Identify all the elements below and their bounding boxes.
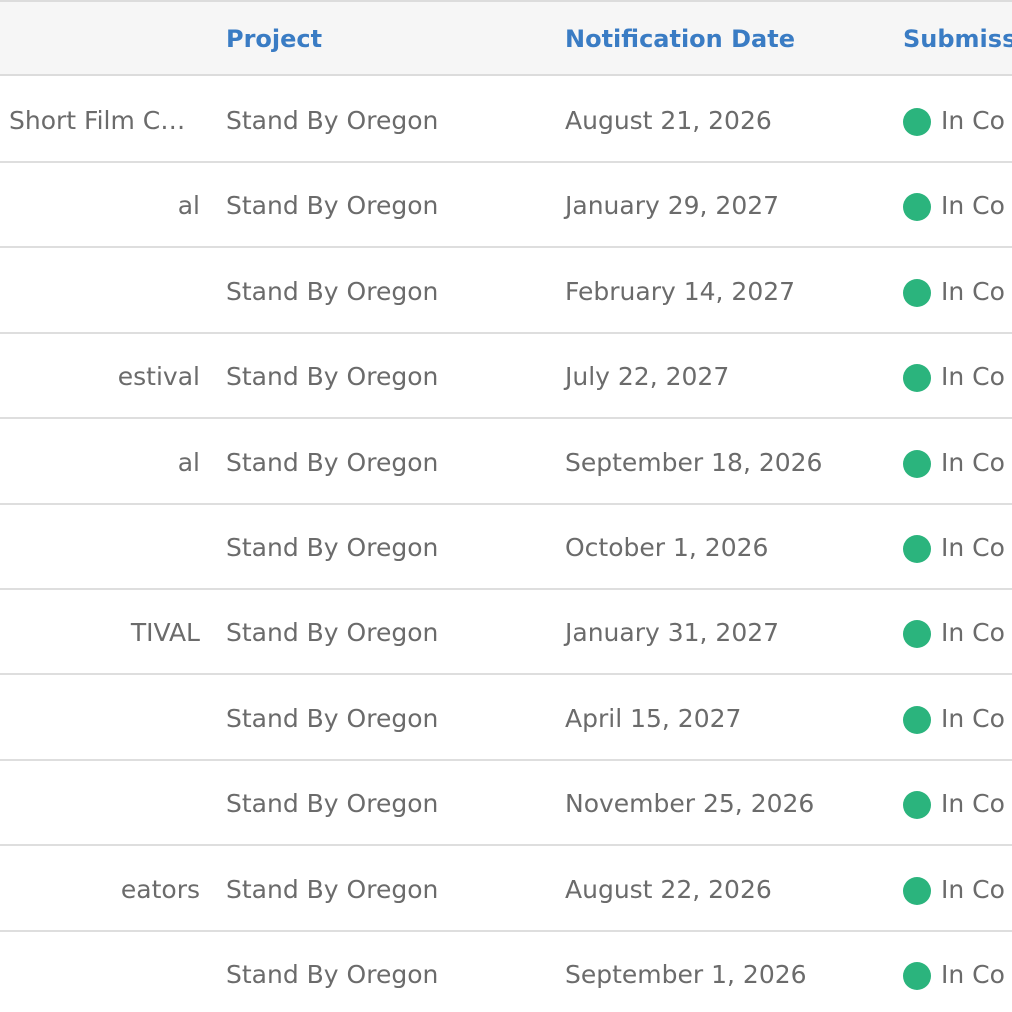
- festival-name-cell: [0, 676, 200, 759]
- festival-name-cell: [0, 932, 200, 1012]
- status-dot-icon: [903, 364, 931, 392]
- project-cell: Stand By Oregon: [226, 618, 439, 647]
- status-dot-icon: [903, 620, 931, 648]
- festival-name-cell: Short Film C…: [9, 106, 186, 135]
- project-cell: Stand By Oregon: [226, 448, 439, 477]
- submission-status-text: In Co: [941, 106, 1005, 135]
- notification-date-cell: September 1, 2026: [565, 960, 807, 989]
- notification-date-cell: February 14, 2027: [565, 277, 796, 306]
- notification-date-cell: November 25, 2026: [565, 789, 815, 818]
- column-header-notification-date[interactable]: Notification Date: [565, 2, 795, 78]
- column-header-submission-status[interactable]: Submiss: [903, 2, 1012, 78]
- notification-date-cell: January 31, 2027: [565, 618, 780, 647]
- submission-status-text: In Co: [941, 277, 1005, 306]
- submission-status-text: In Co: [941, 789, 1005, 818]
- project-cell: Stand By Oregon: [226, 875, 439, 904]
- table-row[interactable]: estival Stand By Oregon July 22, 2027 In Co: [0, 334, 1012, 419]
- submission-status-text: In Co: [941, 448, 1005, 477]
- festival-name-cell: TIVAL: [130, 618, 200, 647]
- table-row[interactable]: Stand By Oregon November 25, 2026 In Co: [0, 761, 1012, 846]
- project-cell: Stand By Oregon: [226, 362, 439, 391]
- project-cell: Stand By Oregon: [226, 960, 439, 989]
- submissions-table: Project Notification Date Submiss Short …: [0, 0, 1012, 1012]
- table-row[interactable]: al Stand By Oregon January 29, 2027 In Co: [0, 163, 1012, 248]
- table-row[interactable]: TIVAL Stand By Oregon January 31, 2027 In C…: [0, 590, 1012, 675]
- festival-name-cell: al: [177, 448, 200, 477]
- table-header: Project Notification Date Submiss: [0, 0, 1012, 76]
- status-dot-icon: [903, 877, 931, 905]
- submission-status-text: In Co: [941, 533, 1005, 562]
- project-cell: Stand By Oregon: [226, 191, 439, 220]
- column-header-project[interactable]: Project: [226, 2, 322, 78]
- festival-name-cell: [0, 249, 200, 332]
- festival-name-cell: [0, 761, 200, 844]
- status-dot-icon: [903, 791, 931, 819]
- table-row[interactable]: al Stand By Oregon September 18, 2026 In Co: [0, 420, 1012, 505]
- status-dot-icon: [903, 108, 931, 136]
- status-dot-icon: [903, 450, 931, 478]
- festival-name-cell: estival: [117, 362, 200, 391]
- notification-date-cell: August 21, 2026: [565, 106, 772, 135]
- status-dot-icon: [903, 706, 931, 734]
- table-row[interactable]: Stand By Oregon September 1, 2026 In Co: [0, 932, 1012, 1012]
- submission-status-text: In Co: [941, 875, 1005, 904]
- notification-date-cell: January 29, 2027: [565, 191, 780, 220]
- project-cell: Stand By Oregon: [226, 106, 439, 135]
- table-row[interactable]: Stand By Oregon February 14, 2027 In Co: [0, 249, 1012, 334]
- notification-date-cell: September 18, 2026: [565, 448, 823, 477]
- festival-name-cell: al: [177, 191, 200, 220]
- status-dot-icon: [903, 962, 931, 990]
- project-cell: Stand By Oregon: [226, 533, 439, 562]
- notification-date-cell: August 22, 2026: [565, 875, 772, 904]
- notification-date-cell: October 1, 2026: [565, 533, 769, 562]
- notification-date-cell: July 22, 2027: [565, 362, 730, 391]
- submission-status-text: In Co: [941, 960, 1005, 989]
- project-cell: Stand By Oregon: [226, 277, 439, 306]
- notification-date-cell: April 15, 2027: [565, 704, 742, 733]
- status-dot-icon: [903, 535, 931, 563]
- status-dot-icon: [903, 279, 931, 307]
- status-dot-icon: [903, 193, 931, 221]
- submission-status-text: In Co: [941, 704, 1005, 733]
- table-row[interactable]: Stand By Oregon October 1, 2026 In Co: [0, 505, 1012, 590]
- festival-name-cell: [0, 505, 200, 588]
- table-row[interactable]: Short Film C… Stand By Oregon August 21, 2…: [0, 78, 1012, 163]
- project-cell: Stand By Oregon: [226, 789, 439, 818]
- table-row[interactable]: Stand By Oregon April 15, 2027 In Co: [0, 676, 1012, 761]
- project-cell: Stand By Oregon: [226, 704, 439, 733]
- festival-name-cell: eators: [120, 875, 200, 904]
- submission-status-text: In Co: [941, 191, 1005, 220]
- submission-status-text: In Co: [941, 362, 1005, 391]
- submission-status-text: In Co: [941, 618, 1005, 647]
- table-row[interactable]: eators Stand By Oregon August 22, 2026 In C…: [0, 847, 1012, 932]
